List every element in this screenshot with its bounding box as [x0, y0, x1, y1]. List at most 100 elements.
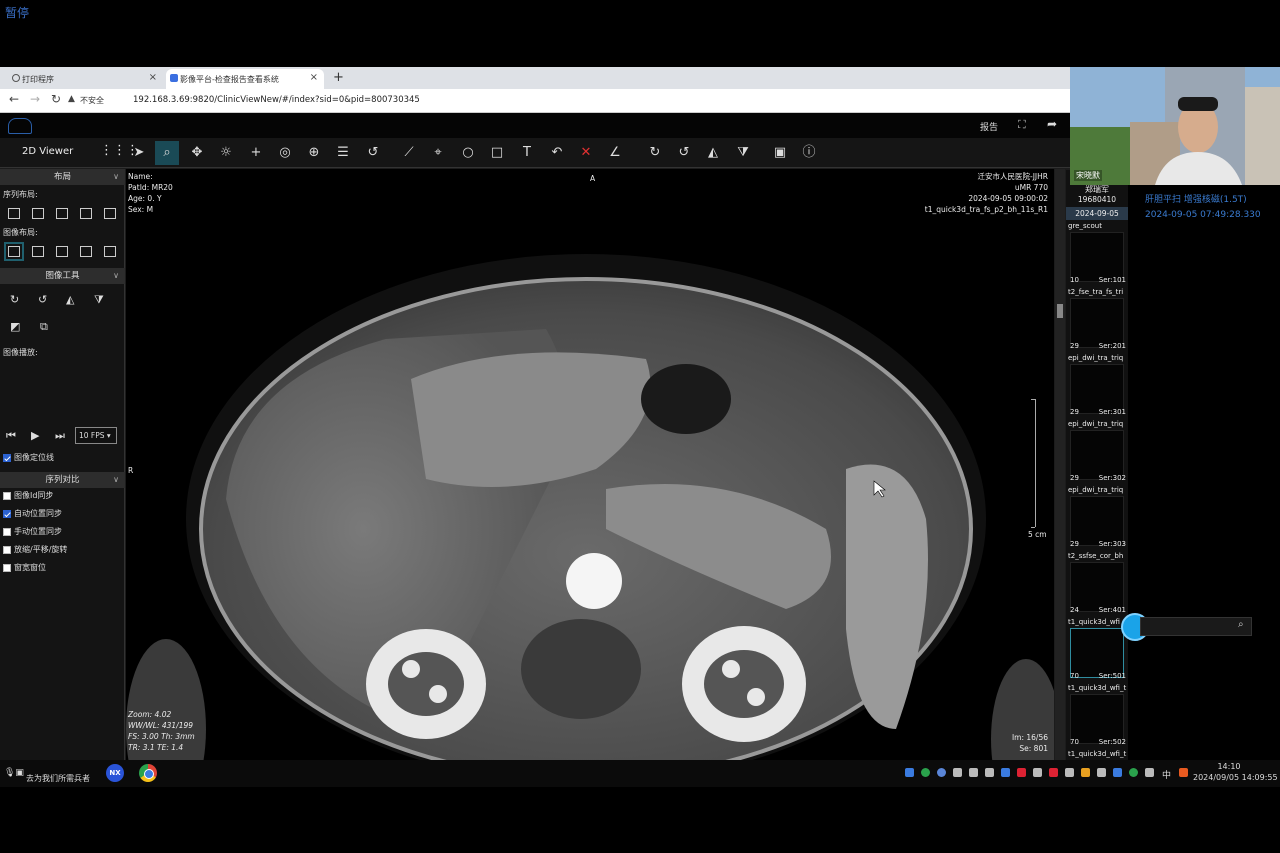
rotate-ccw-icon[interactable]: ↺	[38, 293, 47, 306]
checkbox[interactable]	[3, 527, 11, 536]
tray-app-icon[interactable]	[1113, 768, 1122, 777]
window-level-icon[interactable]: ☼	[214, 141, 238, 165]
new-tab-button[interactable]: +	[333, 70, 344, 85]
series-item[interactable]: gre_scout 10 Ser:101	[1066, 222, 1128, 288]
tray-app-icon[interactable]	[1065, 768, 1074, 777]
settings-icon[interactable]: ☰	[331, 141, 355, 165]
rotate-cw-icon[interactable]: ↻	[643, 141, 667, 165]
window-level-checkbox[interactable]: 窗宽窗位	[3, 562, 46, 573]
flip-horizontal-icon[interactable]: ◭	[701, 141, 725, 165]
reset-icon[interactable]: ↺	[361, 141, 385, 165]
layout-1x2[interactable]	[32, 208, 44, 219]
tab-print-program[interactable]: 打印程序 ×	[8, 69, 163, 89]
series-thumbnail[interactable]	[1070, 430, 1124, 480]
security-label[interactable]: 不安全	[80, 95, 104, 106]
tray-app-icon[interactable]	[1033, 768, 1042, 777]
layout-3x3[interactable]	[104, 208, 116, 219]
delete-icon[interactable]: ✕	[574, 141, 598, 165]
undo-icon[interactable]: ↶	[545, 141, 569, 165]
flip-horizontal-icon[interactable]: ◭	[66, 293, 74, 306]
image-layout-2x2[interactable]	[80, 246, 92, 257]
network-icon[interactable]	[1097, 768, 1106, 777]
series-item[interactable]: t2_fse_tra_fs_tri 29 Ser:201	[1066, 288, 1128, 354]
tray-app-icon[interactable]	[1129, 768, 1138, 777]
rectangle-icon[interactable]: □	[485, 141, 509, 165]
lens-icon[interactable]: ◎	[273, 141, 297, 165]
text-icon[interactable]: T	[515, 141, 539, 165]
layout-2x2[interactable]	[80, 208, 92, 219]
invert-icon[interactable]: ◩	[10, 320, 20, 333]
sync-id-checkbox[interactable]: 图像Id同步	[3, 490, 53, 501]
fps-select[interactable]: 10 FPS ▾	[75, 427, 117, 444]
tray-app-icon[interactable]	[1049, 768, 1058, 777]
ruler-icon[interactable]: ⟋	[397, 141, 421, 165]
tray-app-icon[interactable]	[905, 768, 914, 777]
close-icon[interactable]: ×	[149, 72, 157, 83]
flip-vertical-icon[interactable]: ⧩	[94, 293, 104, 307]
series-thumbnail[interactable]	[1070, 694, 1124, 744]
manual-sync-checkbox[interactable]: 手动位置同步	[3, 526, 62, 537]
series-item[interactable]: epi_dwi_tra_triq 29 Ser:301	[1066, 354, 1128, 420]
layout-header[interactable]: 布局 ∨	[0, 169, 125, 185]
nx-app-icon[interactable]: NX	[106, 764, 124, 782]
warning-icon[interactable]: ▲	[68, 94, 75, 104]
last-frame-icon[interactable]: ⏭	[55, 429, 65, 443]
magnifier-icon[interactable]: ⌕	[155, 141, 179, 165]
forward-icon[interactable]: →	[30, 92, 40, 106]
tray-app-icon[interactable]	[1179, 768, 1188, 777]
first-frame-icon[interactable]: ⏮	[6, 429, 16, 443]
copy-image-icon[interactable]: ⧉	[40, 320, 48, 334]
tab-imaging-platform[interactable]: 影像平台-检查报告查看系统 ×	[166, 69, 324, 89]
series-item[interactable]: t1_quick3d_wfi_t	[1066, 750, 1128, 760]
layout-1x1[interactable]	[8, 208, 20, 219]
series-thumbnail[interactable]	[1070, 628, 1124, 678]
rotate-cw-icon[interactable]: ↻	[10, 293, 19, 306]
tray-app-icon[interactable]	[969, 768, 978, 777]
image-viewport[interactable]: Name: PatId: MR20 Age: 0. Y Sex: M A 迁安市…	[126, 169, 1054, 760]
play-icon[interactable]: ▶	[31, 429, 39, 442]
back-icon[interactable]: ←	[9, 92, 19, 106]
checkbox[interactable]	[3, 545, 11, 554]
ime-indicator[interactable]: 中	[1162, 768, 1171, 781]
tray-app-icon[interactable]	[985, 768, 994, 777]
search-input[interactable]	[1140, 617, 1252, 636]
crosshair-icon[interactable]: +	[244, 141, 268, 165]
report-button[interactable]: 报告	[980, 120, 998, 133]
localizer-checkbox[interactable]: 图像定位线	[3, 452, 54, 463]
series-thumbnail[interactable]	[1070, 364, 1124, 414]
tray-app-icon[interactable]	[1081, 768, 1090, 777]
checkbox[interactable]	[3, 509, 11, 518]
share-icon[interactable]: ➦	[1047, 117, 1057, 131]
reload-icon[interactable]: ↻	[51, 92, 61, 106]
tray-app-icon[interactable]	[1001, 768, 1010, 777]
save-icon[interactable]: ▣	[768, 141, 792, 165]
chrome-icon[interactable]	[139, 764, 157, 782]
checkbox[interactable]	[3, 453, 11, 462]
url-field[interactable]: 192.168.3.69:9820/ClinicViewNew/#/index?…	[133, 95, 420, 105]
ellipse-icon[interactable]: ○	[456, 141, 480, 165]
info-icon[interactable]: ⓘ	[797, 141, 821, 165]
scrollbar-thumb[interactable]	[1057, 304, 1063, 318]
image-layout-1x1[interactable]	[4, 242, 24, 261]
tray-app-icon[interactable]	[937, 768, 946, 777]
image-layout-1x2[interactable]	[32, 246, 44, 257]
close-icon[interactable]: ×	[310, 72, 318, 83]
volume-icon[interactable]	[1145, 768, 1154, 777]
series-item-selected[interactable]: t1_quick3d_wfi 70 Ser:501	[1066, 618, 1128, 684]
pointer-icon[interactable]: ➤	[127, 141, 151, 165]
tray-app-icon[interactable]	[953, 768, 962, 777]
taskbar-time[interactable]: 14:10	[1209, 762, 1249, 771]
image-tools-header[interactable]: 图像工具 ∨	[0, 268, 125, 284]
study-date[interactable]: 2024-09-05	[1066, 207, 1128, 220]
tray-app-icon[interactable]	[1017, 768, 1026, 777]
series-item[interactable]: t1_quick3d_wfi_t 70 Ser:502	[1066, 684, 1128, 750]
microphone-icon[interactable]: 🎙▣	[4, 768, 24, 778]
series-item[interactable]: epi_dwi_tra_triq 29 Ser:303	[1066, 486, 1128, 552]
rotate-ccw-icon[interactable]: ↺	[672, 141, 696, 165]
zoom-pan-rotate-checkbox[interactable]: 放缩/平移/旋转	[3, 544, 67, 555]
layout-2x1[interactable]	[56, 208, 68, 219]
angle-icon[interactable]: ∠	[603, 141, 627, 165]
flip-vertical-icon[interactable]: ⧩	[731, 141, 755, 165]
pan-icon[interactable]: ✥	[185, 141, 209, 165]
taskbar-date[interactable]: 2024/09/05 14:09:55	[1193, 773, 1278, 782]
